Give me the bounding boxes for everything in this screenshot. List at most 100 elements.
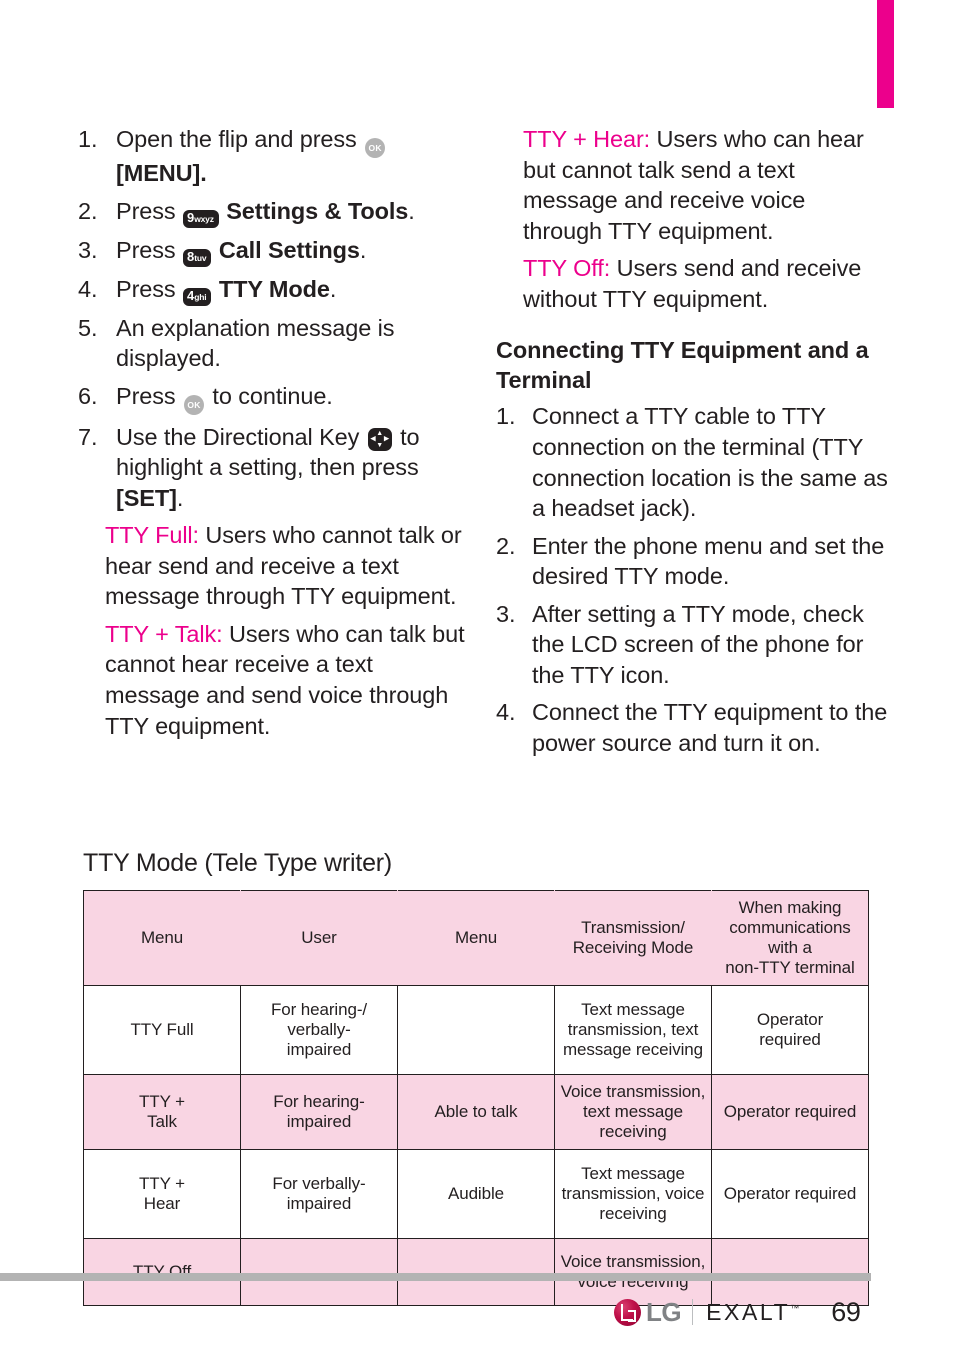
- step-text-tail: to continue.: [206, 382, 333, 409]
- table-row: TTY Full For hearing-/ verbally- impaire…: [83, 985, 869, 1076]
- tty-mode-steps-list: 1. Open the flip and press OK [MENU]. 2. Pr…: [78, 124, 470, 513]
- key-letters: ghi: [194, 291, 207, 302]
- arrow-right-glyph: ▶: [383, 435, 390, 443]
- step-text: An explanation message is displayed.: [116, 314, 395, 372]
- list-number: 4.: [496, 699, 516, 726]
- lg-logo-icon: [614, 1298, 641, 1326]
- page-footer: LG EXALT™ 69: [614, 1292, 914, 1332]
- step-text: Press: [116, 275, 182, 302]
- step-text: After setting a TTY mode, check the LCD …: [532, 600, 864, 688]
- list-number: 2.: [496, 532, 516, 559]
- table-cell: For hearing-/ verbally- impaired: [240, 985, 398, 1076]
- tty-mode-table: Menu User Menu Transmission/ Receiving M…: [83, 889, 869, 1307]
- step-text: Open the flip and press: [116, 126, 364, 152]
- left-column: 1. Open the flip and press OK [MENU]. 2. Pr…: [78, 124, 470, 765]
- step-emphasis: Call Settings: [218, 236, 360, 263]
- list-item: 4. Press 4ghi TTY Mode.: [78, 274, 470, 306]
- step-text: Press: [116, 382, 182, 409]
- right-column: TTY + Hear: Users who can hear but canno…: [496, 124, 888, 765]
- ok-key-icon: OK: [365, 138, 386, 158]
- table-header-cell: Menu: [83, 889, 241, 987]
- step-emphasis: [MENU].: [116, 160, 207, 186]
- connecting-steps-list: 1. Connect a TTY cable to TTY connection …: [496, 401, 888, 758]
- step-trail: .: [176, 484, 184, 511]
- table-header-row: Menu User Menu Transmission/ Receiving M…: [83, 889, 869, 987]
- step-text: Press: [116, 197, 182, 224]
- step-emphasis: TTY Mode: [218, 275, 330, 302]
- list-number: 6.: [78, 382, 98, 409]
- list-item: 1. Connect a TTY cable to TTY connection …: [496, 401, 888, 523]
- table-header-cell: Transmission/ Receiving Mode: [554, 889, 712, 987]
- list-item: 2. Enter the phone menu and set the desir…: [496, 531, 888, 592]
- step-text: Connect a TTY cable to TTY connection on…: [532, 403, 888, 522]
- table-cell: Operator required: [711, 1149, 869, 1240]
- list-number: 5.: [78, 314, 98, 341]
- list-number: 4.: [78, 275, 98, 302]
- keypad-key-4-icon: 4ghi: [183, 287, 212, 306]
- definition-tty-talk: TTY + Talk: Users who can talk but canno…: [78, 619, 470, 741]
- content-columns: 1. Open the flip and press OK [MENU]. 2. Pr…: [0, 124, 954, 765]
- table-header-cell: User: [240, 889, 398, 987]
- table-row: TTY + Talk For hearing- impaired Able to…: [83, 1074, 869, 1151]
- definition-term: TTY Off:: [523, 255, 611, 282]
- trademark-symbol: ™: [790, 1302, 800, 1313]
- step-text: Use the Directional Key: [116, 423, 366, 450]
- table-cell: Operator required: [711, 1074, 869, 1151]
- keypad-key-9-icon: 9wxyz: [183, 209, 219, 228]
- product-name-text: EXALT: [706, 1298, 791, 1325]
- table-cell: [397, 985, 555, 1076]
- key-letters: tuv: [194, 252, 207, 263]
- table-cell: For verbally- impaired: [240, 1149, 398, 1240]
- list-item: 5. An explanation message is displayed.: [78, 313, 470, 374]
- footer-divider: [0, 1273, 871, 1281]
- table-cell: Text message transmission, text message …: [554, 985, 712, 1076]
- list-number: 3.: [496, 600, 516, 627]
- definition-term: TTY + Hear:: [523, 126, 651, 152]
- table-cell: TTY + Talk: [83, 1074, 241, 1151]
- arrow-down-glyph: ▼: [376, 441, 384, 449]
- table-row: TTY + Hear For verbally- impaired Audibl…: [83, 1149, 869, 1240]
- table-cell: For hearing- impaired: [240, 1074, 398, 1151]
- table-cell: Operator required: [711, 985, 869, 1076]
- footer-separator: [692, 1299, 694, 1325]
- product-name-label: EXALT™: [706, 1299, 799, 1326]
- step-trail: .: [408, 197, 415, 224]
- list-number: 3.: [78, 236, 98, 263]
- arrow-left-glyph: ◀: [370, 435, 376, 443]
- keypad-key-8-icon: 8tuv: [183, 248, 212, 267]
- page-number: 69: [831, 1296, 861, 1327]
- key-letters: wxyz: [194, 213, 214, 224]
- step-text: Enter the phone menu and set the desired…: [532, 532, 885, 590]
- list-item: 1. Open the flip and press OK [MENU].: [78, 124, 470, 189]
- table-header-cell: When making communications with a non-TT…: [711, 889, 869, 987]
- step-trail: .: [359, 236, 367, 263]
- table-cell: Text message transmission, voice receivi…: [554, 1149, 712, 1240]
- list-item: 6. Press OK to continue.: [78, 381, 470, 415]
- list-item: 7. Use the Directional Key ▲ ▼ ◀ ▶ to highli…: [78, 422, 470, 514]
- definition-tty-hear: TTY + Hear: Users who can hear but canno…: [496, 124, 888, 246]
- lg-brand-label: LG: [646, 1296, 682, 1327]
- table-cell: TTY + Hear: [83, 1149, 241, 1240]
- step-emphasis: Settings & Tools: [226, 197, 409, 224]
- arrow-up-glyph: ▲: [376, 429, 384, 437]
- section-heading: Connecting TTY Equipment and a Terminal: [496, 337, 869, 394]
- step-trail: .: [329, 275, 337, 302]
- list-item: 2. Press 9wxyz Settings & Tools.: [78, 196, 470, 228]
- table-cell: TTY Full: [83, 985, 241, 1076]
- table-cell: Able to talk: [397, 1074, 555, 1151]
- list-item: 3. Press 8tuv Call Settings.: [78, 235, 470, 267]
- table-header-cell: Menu: [397, 889, 555, 987]
- tty-mode-table-block: TTY Mode (Tele Type writer) Menu User Me…: [83, 848, 869, 1307]
- step-text: Connect the TTY equipment to the power s…: [532, 699, 888, 756]
- directional-key-icon: ▲ ▼ ◀ ▶: [367, 427, 392, 451]
- table-cell: Voice transmission, text message receivi…: [554, 1074, 712, 1151]
- definition-tty-full: TTY Full: Users who cannot talk or hear …: [78, 520, 470, 612]
- table-cell: Audible: [397, 1149, 555, 1240]
- ok-key-icon: OK: [184, 394, 204, 415]
- definition-term: TTY + Talk:: [105, 620, 223, 647]
- definition-term: TTY Full:: [105, 522, 199, 549]
- list-number: 1.: [78, 126, 98, 152]
- list-number: 1.: [496, 403, 516, 430]
- list-item: 3. After setting a TTY mode, check the LC…: [496, 599, 888, 691]
- table-title: TTY Mode (Tele Type writer): [83, 849, 393, 877]
